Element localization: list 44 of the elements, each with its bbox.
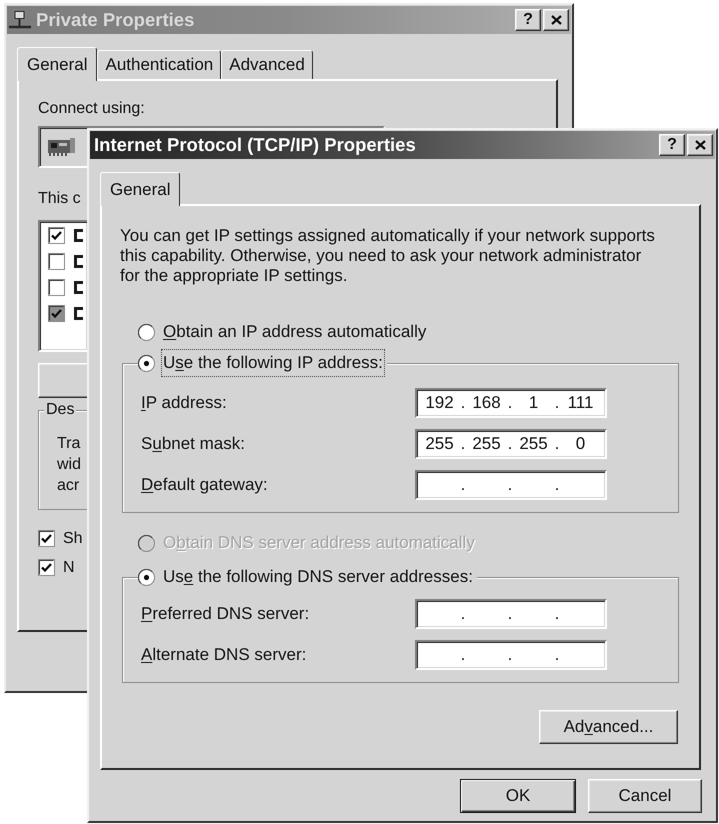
advanced-button[interactable]: Advanced... bbox=[539, 710, 678, 744]
component-icon bbox=[74, 254, 83, 268]
ip-address-field[interactable]: . . . bbox=[415, 470, 607, 500]
radio-option[interactable]: Obtain an IP address automatically bbox=[138, 321, 428, 343]
tab[interactable]: Advanced bbox=[221, 50, 313, 79]
description-text: Tra wid acr bbox=[57, 434, 82, 496]
radio-option[interactable]: Use the following DNS server addresses: bbox=[138, 566, 477, 588]
close-button[interactable] bbox=[543, 9, 569, 31]
tab[interactable]: General bbox=[17, 47, 98, 81]
ip-address-field[interactable]: 192 . 168 . 1 . 111 bbox=[415, 388, 607, 418]
window-title: Internet Protocol (TCP/IP) Properties bbox=[94, 136, 416, 154]
dialog-button[interactable]: OK bbox=[460, 779, 576, 813]
field-label: Alternate DNS server: bbox=[141, 644, 306, 666]
checkbox-icon[interactable] bbox=[48, 278, 65, 296]
field-label: Subnet mask: bbox=[141, 433, 245, 456]
checkbox-icon[interactable] bbox=[48, 252, 65, 270]
component-icon bbox=[74, 280, 83, 294]
field-label: Preferred DNS server: bbox=[141, 603, 310, 626]
close-button[interactable] bbox=[687, 134, 713, 156]
intro-text: You can get IP settings assigned automatically if your network supports this capability. Otherwise, you need to ask your network administrator for the appropriate IP settings. bbox=[120, 226, 656, 286]
dialog-button[interactable]: Cancel bbox=[588, 779, 702, 813]
network-card-icon bbox=[48, 138, 75, 156]
close-icon bbox=[694, 140, 706, 150]
field-label: This c bbox=[38, 189, 81, 209]
checkbox-option[interactable]: N bbox=[38, 553, 75, 582]
field-label: IP address: bbox=[141, 392, 227, 414]
checkbox-icon[interactable] bbox=[48, 226, 65, 244]
ip-address-field[interactable]: . . . bbox=[415, 640, 607, 670]
network-icon bbox=[9, 10, 31, 30]
tab[interactable]: Authentication bbox=[97, 50, 222, 79]
field-label: Connect using: bbox=[38, 99, 145, 119]
help-button[interactable]: ? bbox=[515, 9, 541, 31]
checkbox-option[interactable]: Sh bbox=[38, 524, 83, 553]
radio-option[interactable]: Use the following IP address: bbox=[138, 352, 387, 374]
field-label: Default gateway: bbox=[141, 474, 268, 496]
action-button[interactable] bbox=[38, 363, 89, 398]
component-icon bbox=[74, 228, 83, 242]
help-button[interactable]: ? bbox=[659, 134, 685, 156]
ip-address-field[interactable]: 255 . 255 . 255 . 0 bbox=[415, 429, 607, 459]
component-icon bbox=[74, 306, 83, 320]
window-title: Private Properties bbox=[36, 10, 194, 30]
tab[interactable]: General bbox=[100, 172, 180, 206]
ip-address-field[interactable]: . . . bbox=[415, 599, 607, 629]
close-icon bbox=[550, 15, 562, 25]
